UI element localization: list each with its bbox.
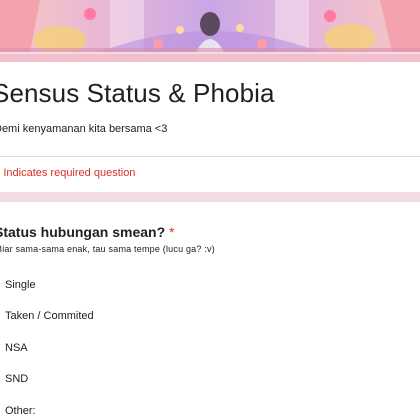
- option-label: NSA: [5, 342, 28, 354]
- form-description: Demi kenyamanan kita bersama <3: [0, 123, 168, 135]
- question-title: Status hubungan smean? *: [0, 224, 174, 240]
- header-banner-image: [0, 0, 420, 52]
- question-title-text: Status hubungan smean?: [0, 224, 166, 240]
- option-label: Single: [5, 279, 36, 291]
- option-label: SND: [5, 373, 29, 385]
- option-taken-commited[interactable]: Taken / Commited: [0, 306, 94, 326]
- required-question-note: * Indicates required question: [0, 167, 136, 179]
- form-title: Sensus Status & Phobia: [0, 78, 275, 108]
- option-label: Taken / Commited: [5, 310, 94, 322]
- question-help-text: Biar sama-sama enak, tau sama tempe (luc…: [0, 244, 215, 254]
- form-page: Sensus Status & Phobia Demi kenyamanan k…: [0, 0, 420, 420]
- option-label: Other:: [5, 405, 36, 417]
- required-asterisk: *: [169, 224, 175, 240]
- option-other[interactable]: Other:: [0, 401, 36, 420]
- option-snd[interactable]: SND: [0, 369, 28, 389]
- option-single[interactable]: Single: [0, 275, 36, 295]
- option-nsa[interactable]: NSA: [0, 338, 28, 358]
- banner-illustration: [0, 0, 420, 52]
